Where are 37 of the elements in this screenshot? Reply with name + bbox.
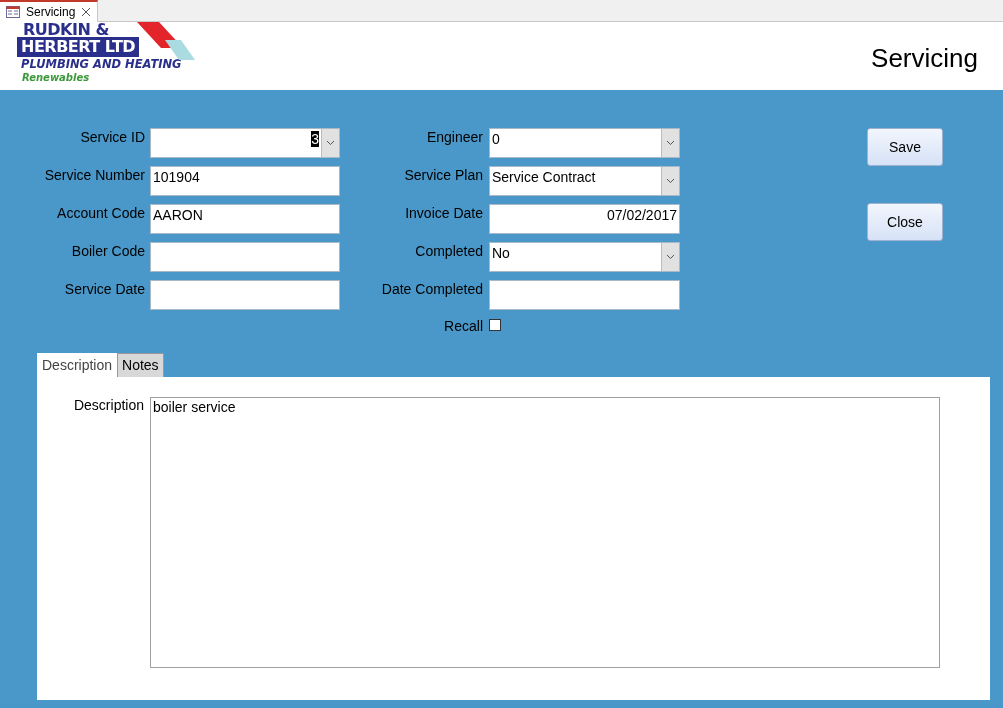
chevron-down-icon [666, 254, 675, 260]
field-label: Service Plan [403, 166, 483, 183]
form-icon [6, 6, 20, 18]
field-label: Invoice Date [404, 204, 483, 221]
chevron-down-icon [666, 140, 675, 146]
input-field[interactable]: AARON [150, 204, 340, 234]
form-button[interactable]: Close [867, 203, 943, 241]
input-field[interactable] [489, 280, 680, 310]
field-label: Service Number [43, 166, 145, 183]
field-label: Service ID [79, 128, 145, 145]
chevron-down-icon [666, 178, 675, 184]
input-field[interactable] [150, 280, 340, 310]
field-label: Service Date [63, 280, 145, 297]
form-button[interactable]: Save [867, 128, 943, 166]
recall-checkbox[interactable] [489, 319, 501, 331]
input-field[interactable]: 07/02/2017 [489, 204, 680, 234]
description-textarea[interactable]: boiler service [150, 397, 940, 668]
field-label: Engineer [425, 128, 483, 145]
field-label: Recall [443, 318, 483, 334]
combo-box[interactable]: 3 [150, 128, 340, 158]
close-icon[interactable] [81, 7, 92, 17]
combo-box[interactable]: Service Contract [489, 166, 680, 196]
tab[interactable]: Notes [117, 353, 164, 378]
document-tab[interactable]: Servicing [0, 0, 99, 22]
input-field[interactable]: 101904 [150, 166, 340, 196]
field-label: Completed [414, 242, 483, 259]
combo-box[interactable]: No [489, 242, 680, 272]
field-label: Description [72, 397, 144, 415]
input-field[interactable] [150, 242, 340, 272]
company-logo: RUDKIN & HERBERT LTD PLUMBING AND HEATING Renewables [17, 22, 195, 88]
combo-box[interactable]: 0 [489, 128, 680, 158]
field-label: Boiler Code [70, 242, 145, 259]
field-label: Date Completed [380, 280, 483, 297]
chevron-down-icon [326, 140, 335, 146]
field-label: Account Code [56, 204, 145, 221]
tab[interactable]: Description [37, 353, 118, 378]
form-title: Servicing [871, 43, 978, 74]
